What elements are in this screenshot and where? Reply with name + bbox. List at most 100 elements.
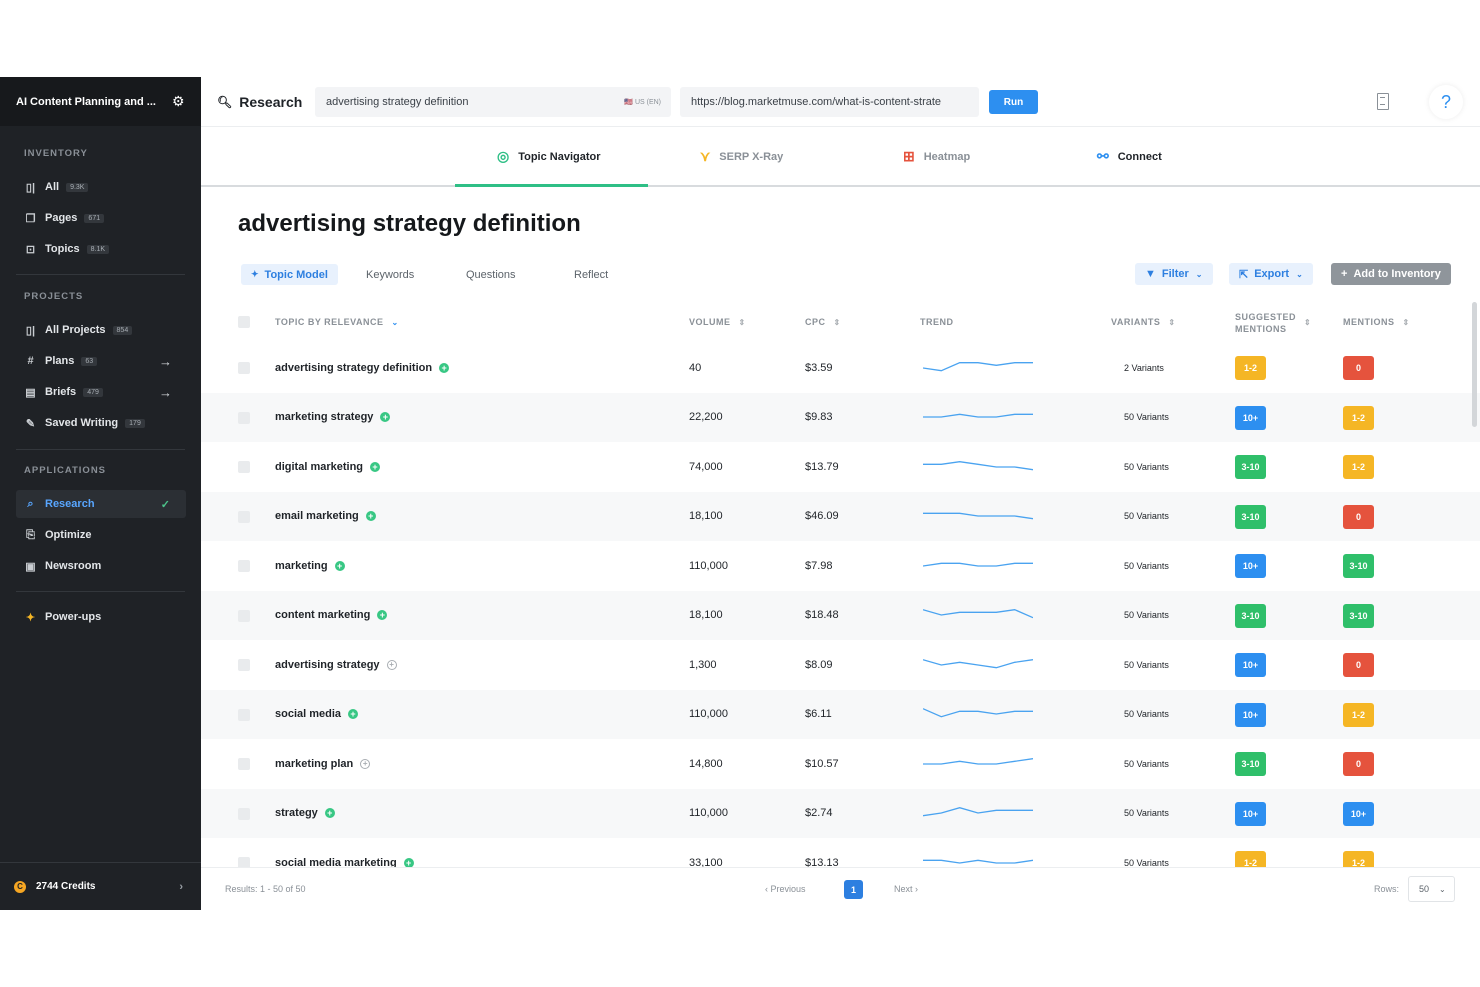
row-checkbox[interactable] [238,362,250,374]
row-checkbox[interactable] [238,857,250,867]
variants-cell[interactable]: 50 Variants [1124,789,1169,839]
credits-bar[interactable]: C 2744 Credits › [0,862,201,910]
url-input[interactable]: https://blog.marketmuse.com/what-is-cont… [680,87,979,117]
page-number-button[interactable]: 1 [844,880,863,899]
locale-selector[interactable]: 🇺🇸 US (EN) [624,98,661,106]
sidebar-item-plans[interactable]: # Plans 63 → [16,347,186,375]
add-icon[interactable]: + [386,659,397,670]
sidebar-item-topics[interactable]: ⊡ Topics 8.1K [16,235,186,263]
sidebar-item-all-projects[interactable]: ▯| All Projects 854 [16,316,186,344]
document-icon[interactable] [1377,93,1389,110]
table-row[interactable]: marketing strategy +22,200 $9.83 50 Variant… [201,392,1480,443]
count-badge: 9.3K [66,182,89,192]
table-row[interactable]: social media +110,000 $6.11 50 Variants 10+ 1… [201,689,1480,740]
add-to-inventory-button[interactable]: + Add to Inventory [1331,263,1451,285]
arrow-right-icon[interactable]: → [159,354,172,369]
rows-select[interactable]: 50 ⌄ [1408,876,1455,902]
added-icon[interactable]: + [403,857,414,867]
variants-cell[interactable]: 50 Variants [1124,640,1169,690]
variants-cell[interactable]: 50 Variants [1124,492,1169,542]
header-variants[interactable]: VARIANTS ⇕ [1111,317,1176,327]
tab-topic-navigator[interactable]: ◎ Topic Navigator [497,148,601,165]
sidebar-item-newsroom[interactable]: ▣ Newsroom [16,552,186,580]
scrollbar[interactable] [1472,302,1477,427]
table-row[interactable]: content marketing +18,100 $18.48 50 Variant… [201,590,1480,641]
arrow-right-icon[interactable]: → [159,385,172,400]
variants-cell[interactable]: 50 Variants [1124,690,1169,740]
table-row[interactable]: social media marketing +33,100 $13.13 50 Va… [201,838,1480,867]
added-icon[interactable]: + [334,560,345,571]
credits-label: 2744 Credits [36,881,96,892]
filter-button[interactable]: ▼ Filter ⌄ [1135,263,1213,285]
variants-cell[interactable]: 50 Variants [1124,393,1169,443]
sidebar-item-all[interactable]: ▯| All 9.3K [16,173,186,201]
variants-cell[interactable]: 50 Variants [1124,541,1169,591]
row-checkbox[interactable] [238,609,250,622]
sidebar-item-powerups[interactable]: ✦ Power-ups [16,603,186,631]
table-row[interactable]: digital marketing +74,000 $13.79 50 Variant… [201,442,1480,492]
gear-icon[interactable]: ⚙ [172,94,185,108]
added-icon[interactable]: + [439,362,450,373]
trend-sparkline [923,739,1033,789]
sidebar-item-briefs[interactable]: ▤ Briefs 479 → [16,378,186,406]
tab-serp-xray[interactable]: ⋎ SERP X-Ray [700,148,783,165]
sort-icon: ⇕ [1168,317,1176,327]
sidebar-item-pages[interactable]: ❐ Pages 671 [16,204,186,232]
table-row[interactable]: advertising strategy +1,300 $8.09 50 Varian… [201,640,1480,690]
chevron-down-icon: ⌄ [1439,884,1446,894]
mentions-badge: 0 [1343,752,1374,776]
volume-cell: 40 [689,361,702,374]
header-suggested-mentions[interactable]: SUGGESTED MENTIONS ⇕ [1235,311,1311,335]
variants-cell[interactable]: 50 Variants [1124,442,1169,492]
header-cpc[interactable]: CPC ⇕ [805,317,841,327]
help-button[interactable]: ? [1429,85,1463,119]
table-row[interactable]: email marketing +18,100 $46.09 50 Variants 3… [201,491,1480,542]
variants-cell[interactable]: 50 Variants [1124,739,1169,789]
volume-cell: 18,100 [689,609,723,622]
row-checkbox[interactable] [238,560,250,572]
row-checkbox[interactable] [238,708,250,721]
table-row[interactable]: marketing +110,000 $7.98 50 Variants 10+ 3-10 [201,541,1480,591]
next-button[interactable]: Next › [894,884,918,894]
subtab-topic-model[interactable]: ✦ Topic Model [241,264,338,285]
variants-cell[interactable]: 2 Variants [1124,343,1164,393]
add-icon[interactable]: + [360,758,371,769]
sidebar-item-saved-writing[interactable]: ✎ Saved Writing 179 [16,409,186,437]
header-topic[interactable]: TOPIC BY RELEVANCE ⌄ [275,317,399,327]
subtab-reflect[interactable]: Reflect [574,264,608,285]
row-checkbox[interactable] [238,461,250,473]
added-icon[interactable]: + [348,709,359,720]
header-volume[interactable]: VOLUME ⇕ [689,317,746,327]
row-checkbox[interactable] [238,659,250,671]
topic-label: advertising strategy [275,658,380,671]
added-icon[interactable]: + [370,461,381,472]
added-icon[interactable]: + [365,511,376,522]
row-checkbox[interactable] [238,807,250,820]
query-input[interactable]: advertising strategy definition 🇺🇸 US (E… [315,87,671,117]
variants-cell[interactable]: 50 Variants [1124,591,1169,641]
sidebar-item-optimize[interactable]: ⎘ Optimize [16,521,186,549]
added-icon[interactable]: + [324,808,335,819]
mentions-badge: 1-2 [1343,851,1374,867]
subtab-questions[interactable]: Questions [466,264,516,285]
url-value: https://blog.marketmuse.com/what-is-cont… [691,96,942,108]
table-row[interactable]: advertising strategy definition +40 $3.59 2… [201,343,1480,393]
row-checkbox[interactable] [238,510,250,523]
header-mentions[interactable]: MENTIONS ⇕ [1343,317,1410,327]
workspace-header[interactable]: AI Content Planning and ... ⚙ [0,77,201,126]
sidebar-item-research[interactable]: ⌕ Research ✓ [16,490,186,518]
table-row[interactable]: strategy +110,000 $2.74 50 Variants 10+ 10+ [201,788,1480,839]
added-icon[interactable]: + [377,610,388,621]
variants-cell[interactable]: 50 Variants [1124,838,1169,867]
tab-connect[interactable]: ⚯ Connect [1097,148,1162,165]
previous-button[interactable]: ‹ Previous [765,884,806,894]
row-checkbox[interactable] [238,411,250,424]
select-all-checkbox[interactable] [238,316,250,328]
subtab-keywords[interactable]: Keywords [366,264,414,285]
added-icon[interactable]: + [380,412,391,423]
table-row[interactable]: marketing plan +14,800 $10.57 50 Variants 3-… [201,739,1480,789]
run-button[interactable]: Run [989,90,1038,114]
export-button[interactable]: ⇱ Export ⌄ [1229,263,1313,285]
row-checkbox[interactable] [238,758,250,770]
tab-heatmap[interactable]: ⊞ Heatmap [903,148,970,165]
